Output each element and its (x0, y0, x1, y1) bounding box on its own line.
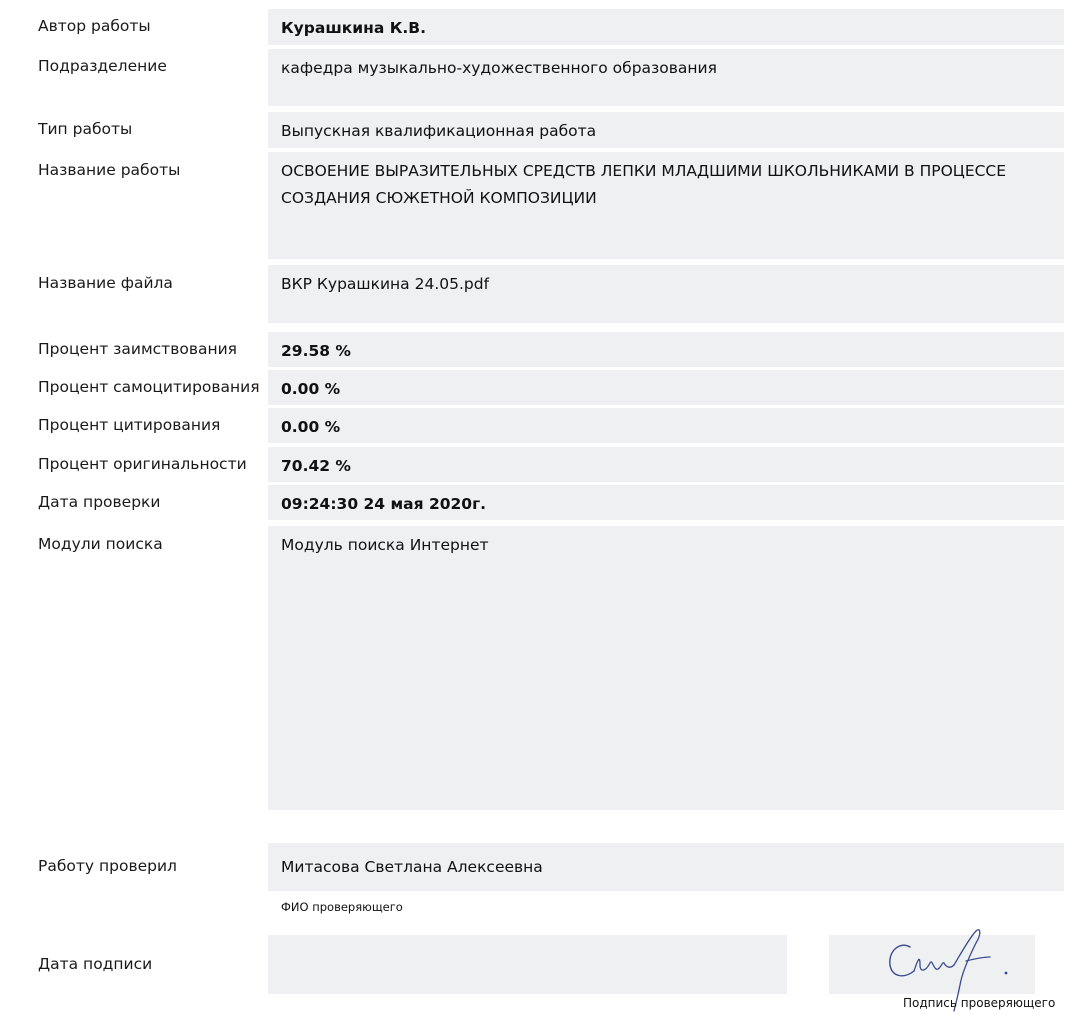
originality-field: 70.42 % (268, 447, 1064, 482)
work-type-label: Тип работы (38, 120, 133, 138)
author-field: Курашкина К.В. (268, 9, 1064, 45)
borrowing-field: 29.58 % (268, 332, 1064, 367)
sign-date-field (268, 935, 787, 994)
citation-label: Процент цитирования (38, 416, 221, 434)
citation-field: 0.00 % (268, 408, 1064, 443)
file-name-field: ВКР Курашкина 24.05.pdf (268, 265, 1064, 323)
search-modules-field: Модуль поиска Интернет (268, 526, 1064, 810)
work-title-label: Название работы (38, 161, 181, 179)
checked-by-caption: ФИО проверяющего (281, 900, 403, 914)
originality-label: Процент оригинальности (38, 455, 247, 473)
search-modules-label: Модули поиска (38, 535, 163, 553)
work-type-value: Выпускная квалификационная работа (281, 122, 597, 140)
borrowing-value: 29.58 % (281, 342, 351, 360)
sign-date-label: Дата подписи (38, 955, 153, 973)
self-citation-field: 0.00 % (268, 370, 1064, 405)
self-citation-value: 0.00 % (281, 380, 341, 398)
file-name-value: ВКР Курашкина 24.05.pdf (281, 275, 490, 293)
citation-value: 0.00 % (281, 418, 341, 436)
self-citation-label: Процент самоцитирования (38, 378, 260, 396)
author-value: Курашкина К.В. (281, 19, 426, 37)
signature-caption: Подпись проверяющего (903, 996, 1056, 1010)
check-date-field: 09:24:30 24 мая 2020г. (268, 485, 1064, 520)
file-name-label: Название файла (38, 274, 173, 292)
department-value: кафедра музыкально-художественного образ… (281, 59, 717, 77)
department-label: Подразделение (38, 57, 167, 75)
search-modules-value: Модуль поиска Интернет (281, 536, 489, 554)
originality-value: 70.42 % (281, 457, 351, 475)
borrowing-label: Процент заимствования (38, 340, 237, 358)
check-date-value: 09:24:30 24 мая 2020г. (281, 495, 487, 513)
work-title-value: ОСВОЕНИЕ ВЫРАЗИТЕЛЬНЫХ СРЕДСТВ ЛЕПКИ МЛА… (281, 162, 1007, 207)
checked-by-label: Работу проверил (38, 857, 177, 875)
sign-date-value (268, 935, 787, 941)
work-type-field: Выпускная квалификационная работа (268, 112, 1064, 148)
check-date-label: Дата проверки (38, 493, 161, 511)
work-title-field: ОСВОЕНИЕ ВЫРАЗИТЕЛЬНЫХ СРЕДСТВ ЛЕПКИ МЛА… (268, 152, 1064, 259)
checked-by-field: Митасова Светлана Алексеевна (268, 843, 1064, 891)
department-field: кафедра музыкально-художественного образ… (268, 49, 1064, 106)
author-label: Автор работы (38, 17, 151, 35)
checked-by-value: Митасова Светлана Алексеевна (281, 858, 543, 876)
